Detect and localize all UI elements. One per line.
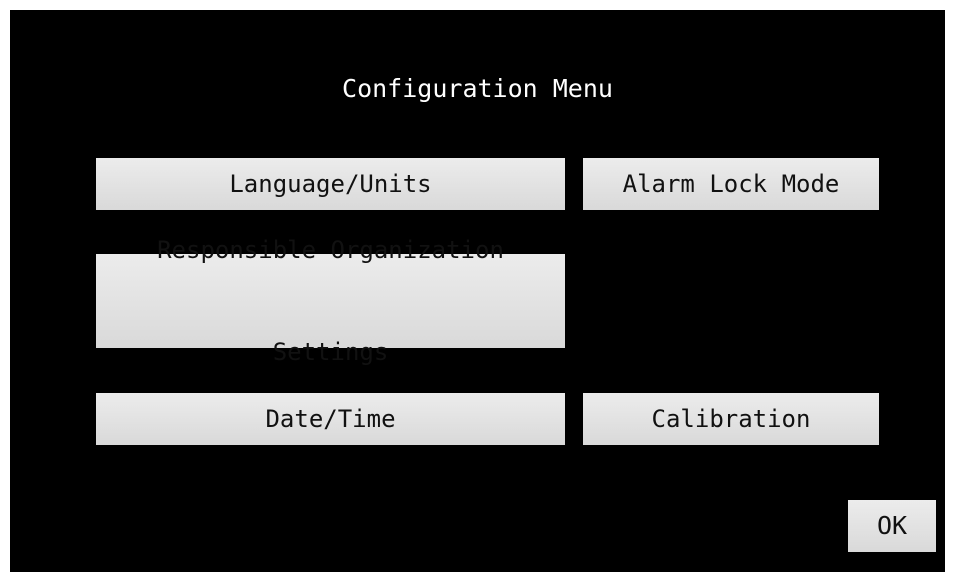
ok-label: OK [876,511,908,540]
calibration-label: Calibration [651,405,811,433]
date-time-button[interactable]: Date/Time [96,393,565,445]
page-title: Configuration Menu [342,74,613,103]
alarm-lock-mode-label: Alarm Lock Mode [622,170,840,198]
ok-button[interactable]: OK [848,500,936,552]
responsible-organization-label-line2: Settings [272,338,389,366]
responsible-organization-label-line1: Responsible Organization [157,236,504,264]
date-time-label: Date/Time [265,405,396,433]
calibration-button[interactable]: Calibration [583,393,879,445]
alarm-lock-mode-button[interactable]: Alarm Lock Mode [583,158,879,210]
configuration-screen: Configuration Menu Language/Units Alarm … [10,10,945,572]
responsible-organization-settings-button[interactable]: Responsible Organization Settings [96,236,565,366]
